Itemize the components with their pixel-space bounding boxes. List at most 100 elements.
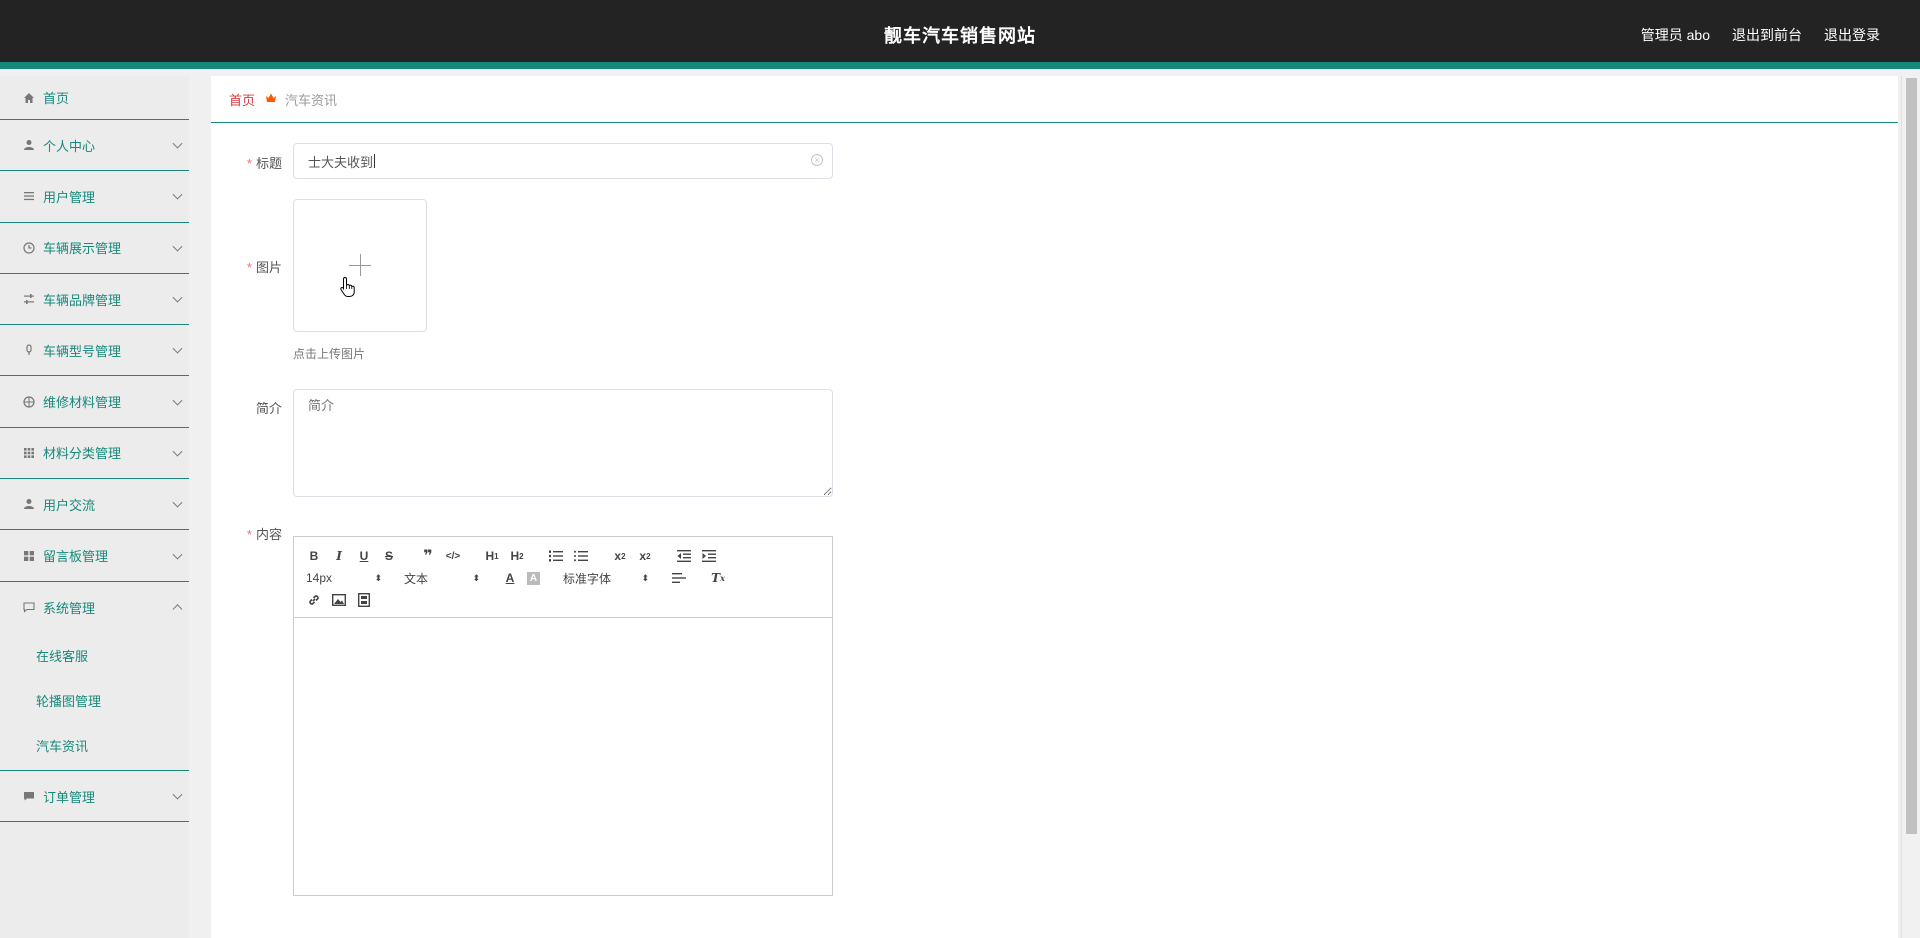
sidebar-item-label: 系统管理 [43, 600, 96, 616]
subscript-icon[interactable]: x2 [612, 548, 628, 564]
submenu-online-service[interactable]: 在线客服 [0, 633, 189, 678]
bold-icon[interactable]: B [306, 548, 322, 564]
mic-icon [22, 343, 36, 357]
site-title: 靓车汽车销售网站 [884, 26, 1036, 46]
logout-link[interactable]: 退出登录 [1824, 25, 1880, 45]
sidebar-item-label: 车辆型号管理 [43, 343, 122, 359]
breadcrumb: 首页 汽车资讯 [211, 76, 1898, 123]
toolbar-row: B I U S ❞ </> H1 H2 x2 x2 [306, 545, 820, 567]
user-icon [22, 497, 36, 511]
home-icon [22, 91, 36, 105]
align-icon[interactable] [671, 570, 687, 586]
back-to-front-link[interactable]: 退出到前台 [1732, 25, 1802, 45]
sidebar-item-message-board[interactable]: 留言板管理 [0, 530, 189, 582]
submenu-car-news[interactable]: 汽车资讯 [0, 723, 189, 768]
strikethrough-icon[interactable]: S [381, 548, 397, 564]
sidebar-item-home[interactable]: 首页 [0, 76, 189, 120]
scrollbar-thumb[interactable] [1906, 78, 1917, 834]
sliders-icon [22, 292, 36, 306]
outdent-icon[interactable] [676, 548, 692, 564]
clear-format-icon[interactable]: Tx [710, 570, 726, 586]
sidebar-item-car-brand[interactable]: 车辆品牌管理 [0, 274, 189, 326]
underline-icon[interactable]: U [356, 548, 372, 564]
bullet-list-icon[interactable] [573, 548, 589, 564]
image-label: * 图片 [246, 260, 282, 275]
sidebar-item-system-management[interactable]: 系统管理 [0, 582, 189, 633]
indent-icon[interactable] [701, 548, 717, 564]
chevron-down-icon [172, 549, 183, 560]
breadcrumb-current: 汽车资讯 [285, 92, 338, 108]
user-icon [22, 138, 36, 152]
image-upload-button[interactable] [293, 199, 427, 332]
chevron-down-icon [172, 497, 183, 508]
chevron-down-icon [172, 789, 183, 800]
chat-icon [22, 600, 36, 614]
clear-icon[interactable]: × [811, 154, 823, 166]
rich-text-editor: B I U S ❞ </> H1 H2 x2 x2 14px ⬍ 文本 ⬍ A … [293, 536, 833, 896]
sidebar-item-label: 车辆品牌管理 [43, 292, 122, 308]
editor-toolbar: B I U S ❞ </> H1 H2 x2 x2 14px ⬍ 文本 ⬍ A … [294, 537, 832, 618]
sidebar-item-order-management[interactable]: 订单管理 [0, 771, 189, 823]
chevron-down-icon [172, 241, 183, 252]
toolbar-row [306, 589, 820, 611]
superscript-icon[interactable]: x2 [637, 548, 653, 564]
italic-icon[interactable]: I [331, 548, 347, 564]
chevron-down-icon [172, 395, 183, 406]
grid-icon [22, 446, 36, 460]
header-actions: 管理员 abo 退出到前台 退出登录 [1641, 25, 1880, 45]
title-label: * 标题 [246, 156, 282, 171]
breadcrumb-home[interactable]: 首页 [229, 90, 255, 109]
image-icon[interactable] [331, 592, 347, 608]
font-family-select[interactable]: 标准字体 ⬍ [563, 570, 649, 587]
ordered-list-icon[interactable] [548, 548, 564, 564]
sidebar-item-label: 留言板管理 [43, 549, 109, 565]
blockquote-icon[interactable]: ❞ [420, 548, 436, 565]
chevron-down-icon [172, 343, 183, 354]
upload-tip: 点击上传图片 [293, 347, 366, 361]
heading1-icon[interactable]: H1 [484, 548, 500, 564]
breadcrumb-separator-icon [265, 92, 277, 107]
heading2-icon[interactable]: H2 [509, 548, 525, 564]
submenu-carousel-management[interactable]: 轮播图管理 [0, 678, 189, 723]
clock-icon [22, 241, 36, 255]
toolbar-row: 14px ⬍ 文本 ⬍ A A 标准字体 ⬍ Tx [306, 567, 820, 589]
title-input[interactable]: 士大夫收到 × [293, 143, 833, 179]
sidebar: 首页 个人中心 用户管理 车辆展示管理 车辆品牌管理 车辆型号管理 维修材料管理… [0, 76, 189, 938]
link-icon[interactable] [306, 592, 322, 608]
sidebar-item-car-display[interactable]: 车辆展示管理 [0, 223, 189, 274]
background-color-icon[interactable]: A [527, 571, 540, 585]
sidebar-item-car-model[interactable]: 车辆型号管理 [0, 325, 189, 377]
intro-label: 简介 [255, 401, 282, 416]
sidebar-item-label: 维修材料管理 [43, 395, 122, 411]
page-scrollbar[interactable] [1901, 76, 1920, 938]
sidebar-item-label: 订单管理 [43, 789, 96, 805]
sidebar-item-material-category[interactable]: 材料分类管理 [0, 428, 189, 480]
main-content: 首页 汽车资讯 *标题 士大夫收到 × *图片 点击上传图片 简介 *内容 B … [211, 76, 1898, 938]
admin-label: 管理员 abo [1640, 27, 1710, 43]
apps-icon [22, 549, 36, 563]
chevron-down-icon [172, 190, 183, 200]
title-input-value: 士大夫收到 [308, 154, 374, 170]
font-color-icon[interactable]: A [502, 570, 518, 586]
video-icon[interactable] [356, 592, 372, 608]
message-icon [22, 789, 36, 803]
chevron-down-icon [172, 292, 183, 303]
sidebar-item-user-management[interactable]: 用户管理 [0, 171, 189, 223]
sidebar-item-label: 个人中心 [43, 138, 96, 154]
sidebar-item-label: 材料分类管理 [43, 446, 122, 462]
chevron-up-icon [172, 604, 183, 615]
code-icon[interactable]: </> [445, 548, 461, 564]
sidebar-item-personal-center[interactable]: 个人中心 [0, 120, 189, 172]
intro-textarea[interactable] [293, 389, 833, 497]
sidebar-item-repair-material[interactable]: 维修材料管理 [0, 376, 189, 428]
aperture-icon [22, 395, 36, 409]
editor-content-area[interactable] [294, 618, 832, 896]
content-label: * 内容 [246, 527, 282, 542]
font-size-select[interactable]: 14px ⬍ [306, 571, 382, 585]
hand-pointer-icon [340, 276, 355, 297]
header-select[interactable]: 文本 ⬍ [404, 570, 480, 587]
sidebar-item-label: 车辆展示管理 [43, 241, 122, 257]
chevron-down-icon [172, 446, 183, 457]
system-submenu: 在线客服 轮播图管理 汽车资讯 [0, 633, 189, 771]
sidebar-item-user-exchange[interactable]: 用户交流 [0, 479, 189, 531]
